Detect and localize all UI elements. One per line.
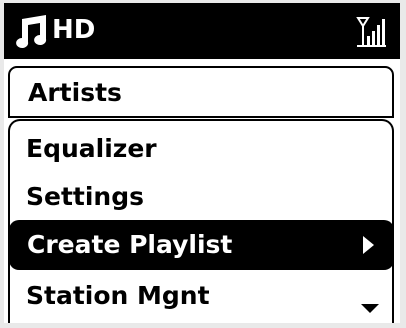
music-note-icon: [16, 15, 47, 48]
menu-title: Artists: [8, 66, 394, 118]
menu-item-station-mgnt[interactable]: Station Mgnt: [8, 272, 384, 320]
status-bar: HD: [4, 3, 400, 59]
menu-item-settings[interactable]: Settings: [8, 173, 384, 221]
menu-item-create-playlist[interactable]: Create Playlist: [9, 220, 394, 270]
signal-strength-icon: [356, 17, 386, 47]
source-label: HD: [52, 15, 96, 45]
chevron-right-icon: [363, 236, 374, 254]
scroll-down-icon: [361, 304, 379, 313]
menu-item-equalizer[interactable]: Equalizer: [8, 125, 384, 173]
device-screen: HD Artists Equalizer Settings Create Pla…: [4, 3, 400, 323]
menu-item-label: Create Playlist: [27, 230, 233, 259]
